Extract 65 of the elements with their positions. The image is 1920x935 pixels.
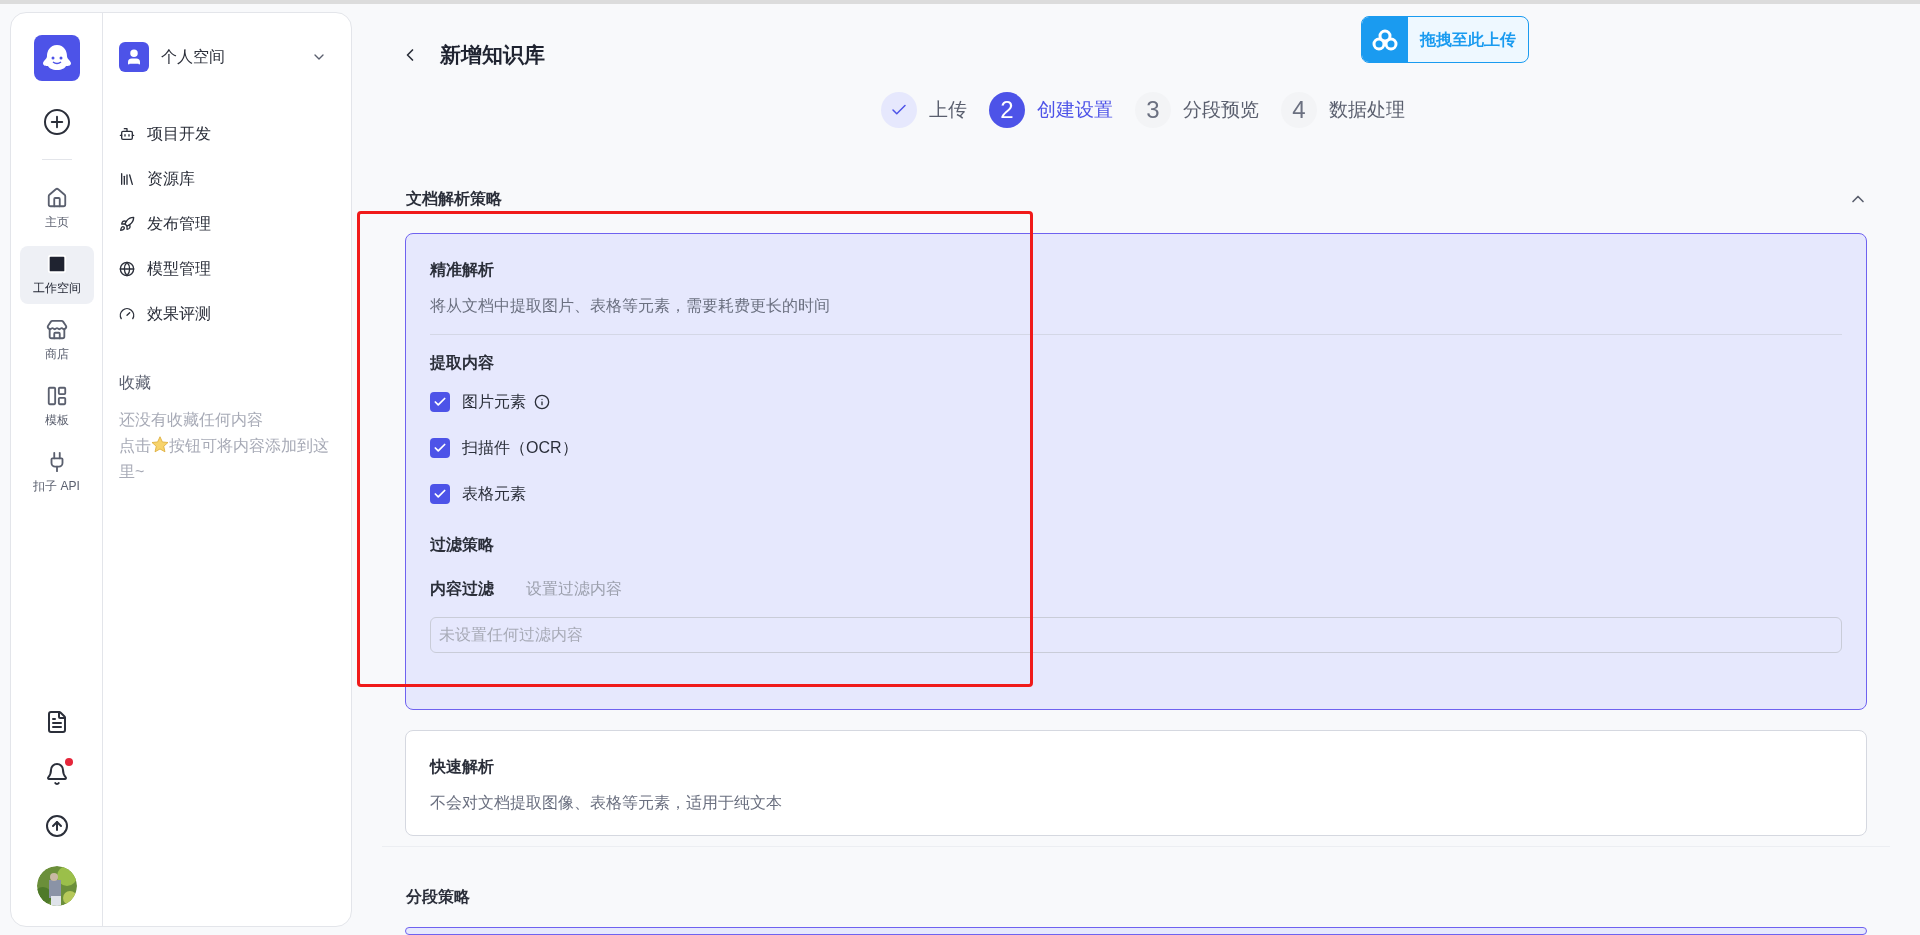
robot-icon: [119, 126, 135, 142]
field-label: 内容过滤: [430, 579, 494, 599]
checkbox-label: 表格元素: [462, 484, 526, 504]
page-title: 新增知识库: [440, 42, 545, 69]
info-icon[interactable]: [534, 394, 550, 410]
empty-favorites-text: 还没有收藏任何内容: [119, 410, 264, 430]
favorites-hint: 点击 按钮可将内容添加到这里~: [119, 437, 329, 480]
add-icon[interactable]: [43, 109, 70, 135]
step-number: 3: [1135, 92, 1171, 128]
cloud-icon: [1362, 17, 1408, 62]
layout-icon: [45, 385, 68, 407]
section-subtitle: 提取内容: [430, 353, 495, 373]
sidebar-item[interactable]: 效果评测: [119, 301, 335, 327]
globe-icon: [119, 261, 135, 277]
rail-label: 模板: [44, 412, 69, 429]
checkbox-label: 图片元素: [462, 392, 526, 412]
rail-label: 工作空间: [32, 280, 81, 297]
step-label: 创建设置: [1037, 97, 1113, 122]
step-number: 4: [1281, 92, 1317, 128]
check-icon: [433, 487, 447, 501]
filter-field[interactable]: 未设置任何过滤内容: [430, 617, 1842, 653]
upload-icon[interactable]: [44, 814, 69, 838]
section-subtitle: 过滤策略: [430, 535, 495, 555]
step-label: 分段预览: [1183, 97, 1259, 122]
sidebar-item[interactable]: 发布管理: [119, 211, 335, 237]
checkbox[interactable]: [430, 438, 450, 458]
rail-item[interactable]: 商店: [19, 312, 94, 370]
check-icon: [433, 441, 447, 455]
step-label: 上传: [929, 97, 967, 122]
rail-label: 商店: [44, 346, 69, 363]
favorites-title: 收藏: [119, 373, 152, 393]
rail-item[interactable]: 扣子 API: [19, 444, 94, 502]
step-label: 数据处理: [1329, 97, 1405, 122]
checkbox[interactable]: [430, 392, 450, 412]
step-number: 2: [989, 92, 1025, 128]
sidebar-item[interactable]: 资源库: [119, 166, 335, 192]
option-description: 将从文档中提取图片、表格等元素，需要耗费更长的时间: [430, 296, 831, 316]
option-card[interactable]: 快速解析 不会对文档提取图像、表格等元素，适用于纯文本: [405, 730, 1867, 836]
check-icon: [433, 395, 447, 409]
sidebar-item[interactable]: 模型管理: [119, 256, 335, 282]
section-title: 分段策略: [405, 887, 471, 907]
star-icon: [151, 436, 169, 453]
rail-label: 扣子 API: [33, 478, 80, 495]
library-icon: [119, 171, 135, 187]
option-title: 精准解析: [430, 260, 495, 280]
option-card[interactable]: 精准解析 将从文档中提取图片、表格等元素，需要耗费更长的时间 提取内容 图片元素 扫描件（OCR） 表格元素 过滤策略 内容过滤 设置过滤内容 未设置任何过滤内容: [405, 233, 1867, 710]
checkbox[interactable]: [430, 484, 450, 504]
rocket-icon: [119, 216, 135, 232]
user-icon: [119, 42, 149, 72]
checkbox-label: 扫描件（OCR）: [462, 438, 578, 458]
home-icon: [45, 187, 68, 209]
bell-icon[interactable]: [44, 762, 69, 786]
rail-label: 主页: [44, 214, 69, 231]
space-selector[interactable]: 个人空间: [119, 41, 335, 73]
option-card[interactable]: [405, 927, 1867, 935]
option-title: 快速解析: [430, 757, 495, 777]
rail-item[interactable]: 模板: [19, 378, 94, 436]
ghost-logo-icon[interactable]: [33, 35, 80, 81]
section-title: 文档解析策略: [405, 189, 502, 209]
store-icon: [45, 319, 68, 341]
sidebar-item[interactable]: 项目开发: [119, 121, 335, 147]
rail-item[interactable]: 工作空间: [19, 246, 94, 304]
gauge-icon: [119, 306, 135, 322]
option-description: 不会对文档提取图像、表格等元素，适用于纯文本: [430, 793, 783, 813]
rail-item[interactable]: 主页: [19, 180, 94, 238]
